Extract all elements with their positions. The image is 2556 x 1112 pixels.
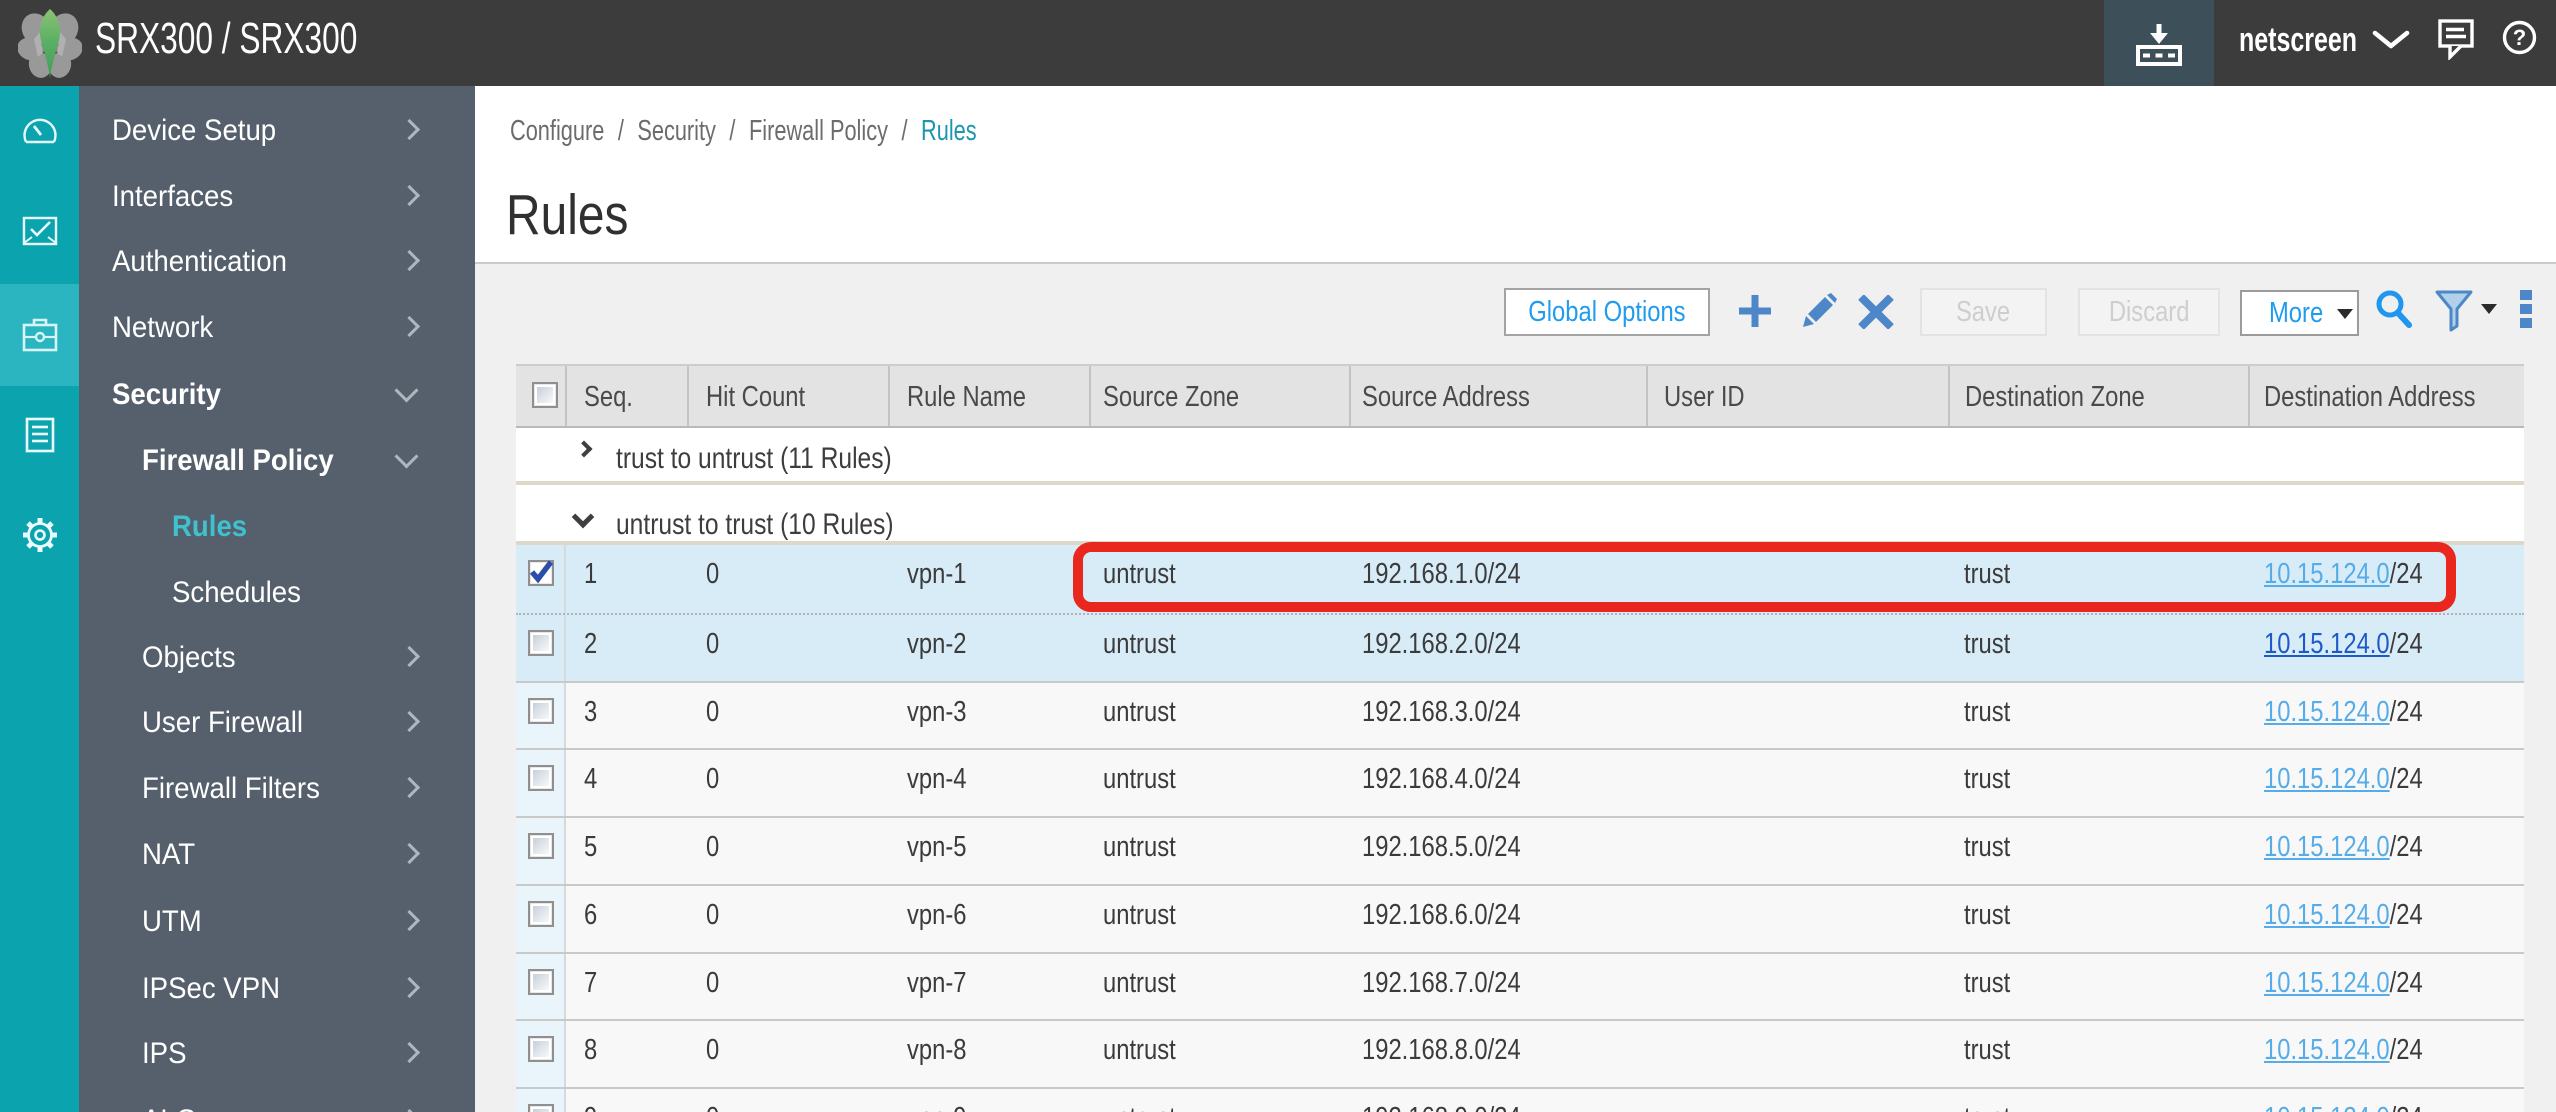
svg-text:?: ? [2513, 25, 2526, 50]
